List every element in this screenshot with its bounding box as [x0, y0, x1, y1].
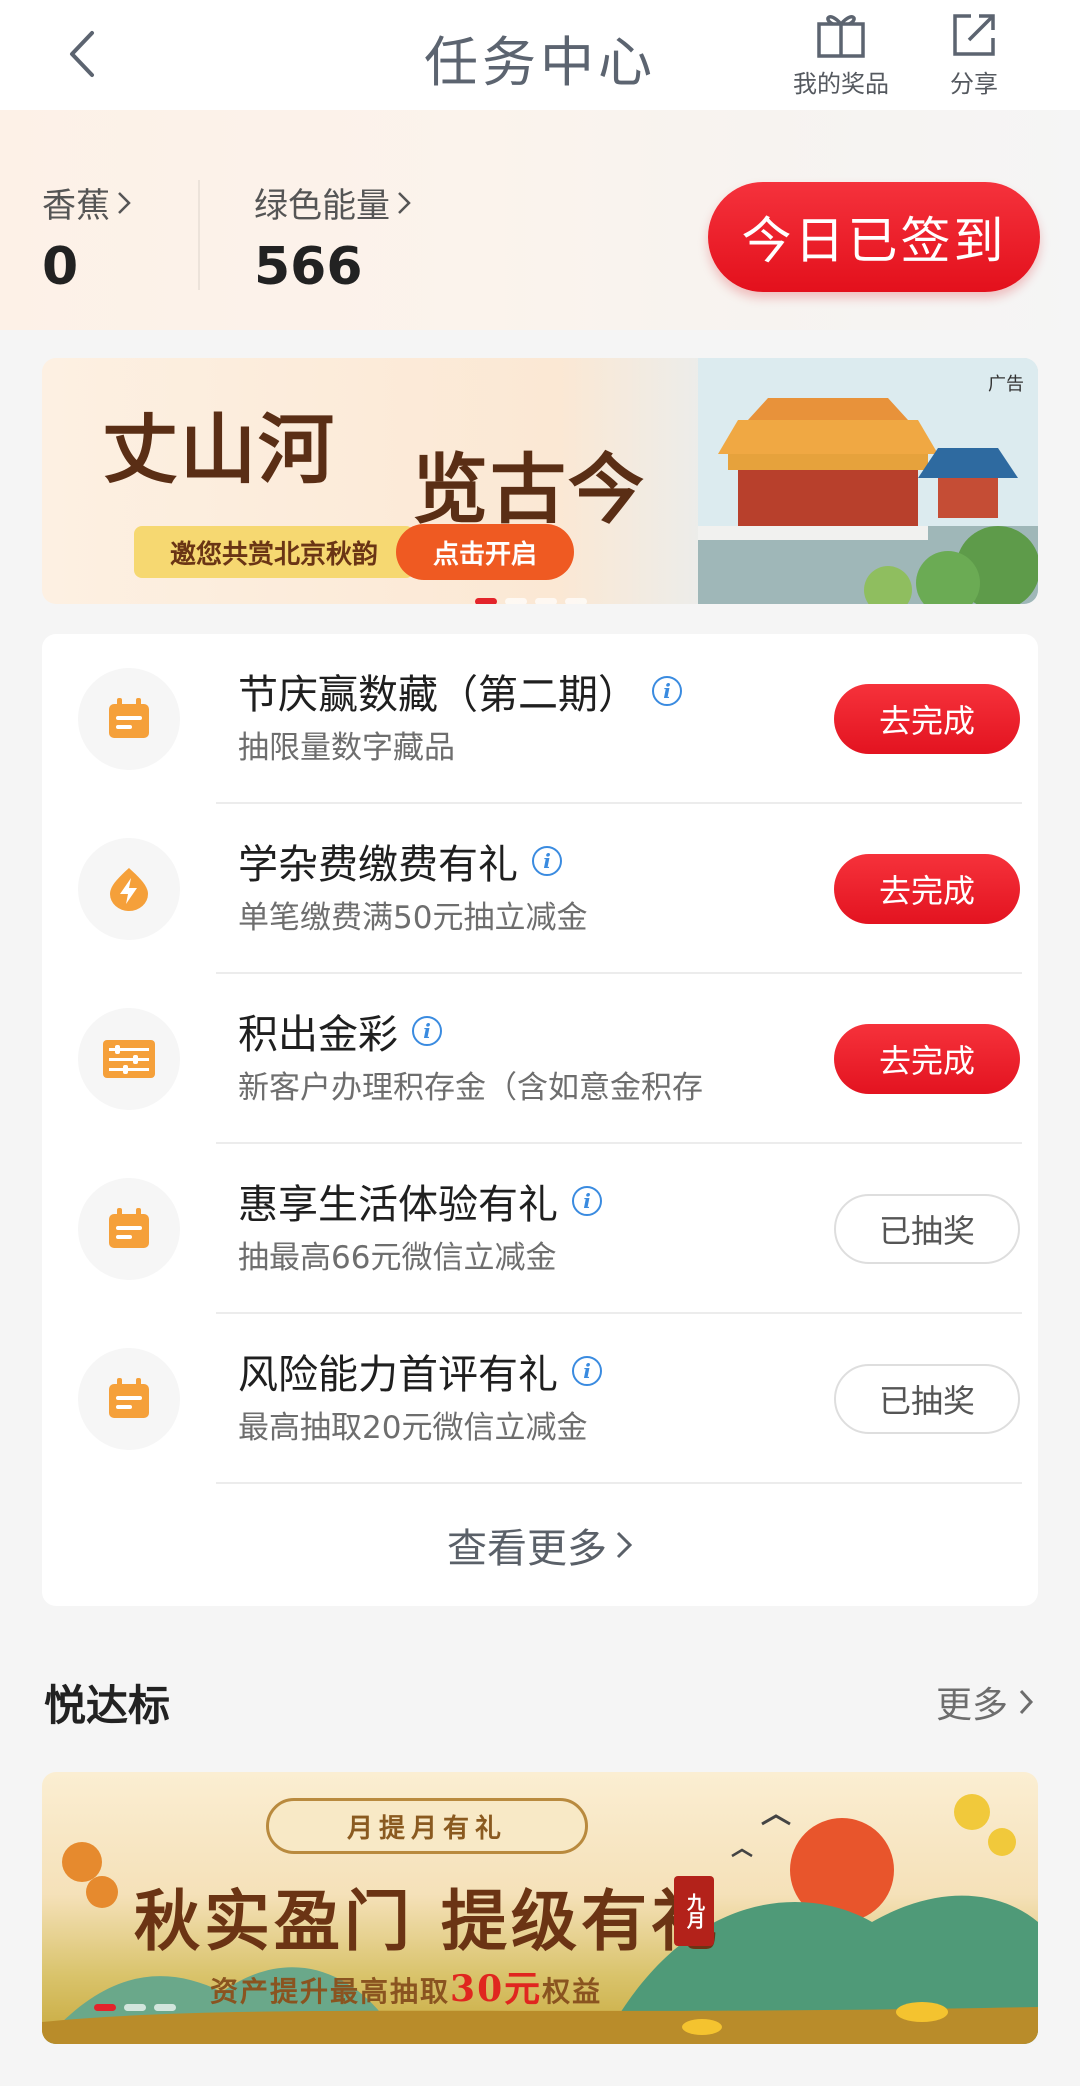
- share-icon: [953, 14, 995, 56]
- task-row: 惠享生活体验有礼 i 抽最高66元微信立减金 已抽奖: [42, 1144, 1038, 1314]
- banana-value: 0: [42, 237, 79, 297]
- task-drawn-button[interactable]: 已抽奖: [834, 1194, 1020, 1264]
- ad-banner[interactable]: 广告 丈山河 览古今 邀您共赏北京秋韵 点击开启: [42, 358, 1038, 604]
- ad-title-part1: 丈山河: [102, 405, 336, 494]
- section-more-link[interactable]: 更多: [936, 1676, 1034, 1728]
- task-row: 风险能力首评有礼 i 最高抽取20元微信立减金 已抽奖: [42, 1314, 1038, 1484]
- my-prizes-button[interactable]: 我的奖品: [786, 10, 896, 99]
- task-list-card: 节庆赢数藏（第二期） i 抽限量数字藏品 去完成 学杂费缴费有礼 i 单笔缴费满…: [42, 634, 1038, 1606]
- ad-subtitle: 邀您共赏北京秋韵: [134, 526, 414, 578]
- carousel-dot[interactable]: [475, 598, 497, 604]
- chevron-right-icon: [398, 191, 411, 214]
- task-row: 积出金彩 i 新客户办理积存金（含如意金积存 去完成: [42, 974, 1038, 1144]
- top-nav-bar: 任务中心 我的奖品 分享: [0, 0, 1080, 110]
- my-prizes-label: 我的奖品: [793, 70, 889, 98]
- share-button[interactable]: 分享: [924, 10, 1024, 99]
- abacus-icon: [103, 1040, 155, 1078]
- ad-tag: 广告: [988, 374, 1024, 395]
- task-description: 最高抽取20元微信立减金: [238, 1410, 588, 1446]
- gift-icon: [817, 15, 865, 58]
- promo-title: 秋实盈门 提级有礼: [134, 1882, 721, 1960]
- task-title: 惠享生活体验有礼: [238, 1182, 558, 1228]
- task-complete-button[interactable]: 去完成: [834, 1024, 1020, 1094]
- share-label: 分享: [950, 70, 998, 98]
- info-icon[interactable]: i: [572, 1356, 602, 1386]
- promo-subtitle-before: 资产提升最高抽取: [210, 1975, 451, 2008]
- task-drawn-button[interactable]: 已抽奖: [834, 1364, 1020, 1434]
- carousel-dot[interactable]: [154, 2004, 176, 2011]
- task-description: 新客户办理积存金（含如意金积存: [238, 1070, 703, 1106]
- task-row: 学杂费缴费有礼 i 单笔缴费满50元抽立减金 去完成: [42, 804, 1038, 974]
- task-complete-button[interactable]: 去完成: [834, 684, 1020, 754]
- view-more-label: 查看更多: [447, 1526, 607, 1572]
- ad-carousel-dots: [475, 598, 587, 604]
- promo-subtitle-highlight: 30元: [450, 1968, 543, 2010]
- carousel-dot[interactable]: [124, 2004, 146, 2011]
- task-complete-button[interactable]: 去完成: [834, 854, 1020, 924]
- calendar-icon: [109, 1208, 149, 1248]
- banana-points[interactable]: 香蕉 0: [42, 178, 132, 297]
- carousel-dot[interactable]: [565, 598, 587, 604]
- task-icon-circle: [78, 1348, 180, 1450]
- promo-subtitle-after: 权益: [542, 1975, 603, 2008]
- task-description: 单笔缴费满50元抽立减金: [238, 900, 588, 936]
- calendar-icon: [109, 1378, 149, 1418]
- energy-label: 绿色能量: [254, 186, 390, 226]
- chevron-right-icon: [118, 191, 131, 214]
- carousel-dot[interactable]: [535, 598, 557, 604]
- chevron-right-icon: [1019, 1689, 1034, 1715]
- info-icon[interactable]: i: [572, 1186, 602, 1216]
- ad-cta-button[interactable]: 点击开启: [396, 524, 574, 580]
- info-icon[interactable]: i: [652, 676, 682, 706]
- lightning-icon: [110, 868, 148, 911]
- carousel-dot[interactable]: [94, 2004, 116, 2011]
- task-icon-circle: [78, 838, 180, 940]
- task-icon-circle: [78, 1178, 180, 1280]
- promo-stamp: 九月: [674, 1876, 714, 1946]
- task-title: 风险能力首评有礼: [238, 1352, 558, 1398]
- page-title: 任务中心: [424, 31, 656, 94]
- carousel-dot[interactable]: [505, 598, 527, 604]
- task-title: 节庆赢数藏（第二期）: [238, 672, 638, 718]
- promo-banner[interactable]: 月提月有礼 秋实盈门 提级有礼 九月 资产提升最高抽取30元权益: [42, 1772, 1038, 2044]
- green-energy-points[interactable]: 绿色能量 566: [254, 178, 412, 297]
- promo-tag: 月提月有礼: [266, 1798, 588, 1854]
- task-title: 积出金彩: [238, 1012, 398, 1058]
- info-icon[interactable]: i: [412, 1016, 442, 1046]
- banana-label: 香蕉: [42, 186, 110, 226]
- task-description: 抽限量数字藏品: [238, 730, 455, 766]
- view-more-tasks-link[interactable]: 查看更多: [42, 1516, 1038, 1574]
- task-icon-circle: [78, 1008, 180, 1110]
- chevron-right-icon: [616, 1531, 633, 1559]
- section-more-label: 更多: [935, 1685, 1008, 1726]
- task-row: 节庆赢数藏（第二期） i 抽限量数字藏品 去完成: [42, 634, 1038, 804]
- info-icon[interactable]: i: [532, 846, 562, 876]
- signin-button[interactable]: 今日已签到: [708, 182, 1040, 292]
- energy-value: 566: [254, 237, 363, 297]
- task-description: 抽最高66元微信立减金: [238, 1240, 557, 1276]
- ad-title-part2: 览古今: [412, 445, 646, 534]
- promo-carousel-dots: [94, 2004, 176, 2011]
- divider: [216, 1482, 1022, 1484]
- task-icon-circle: [78, 668, 180, 770]
- task-title: 学杂费缴费有礼: [238, 842, 518, 888]
- divider: [198, 180, 200, 290]
- section-title: 悦达标: [44, 1681, 171, 1730]
- palace-illustration: [698, 358, 1038, 604]
- points-summary: 香蕉 0 绿色能量 566 今日已签到: [0, 110, 1080, 330]
- promo-subtitle: 资产提升最高抽取30元权益: [210, 1960, 602, 2012]
- calendar-icon: [109, 698, 149, 738]
